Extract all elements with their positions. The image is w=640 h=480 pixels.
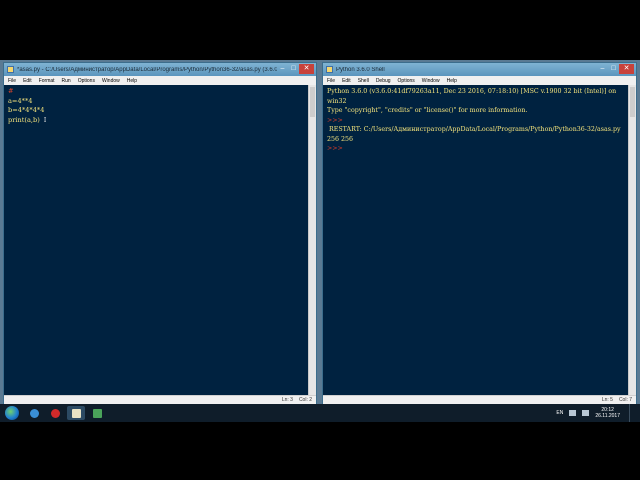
editor-title: *asas.py - C:/Users/Администратор/AppDat…: [17, 66, 277, 73]
menu-file[interactable]: File: [327, 78, 335, 84]
shell-window[interactable]: Python 3.6.0 Shell – □ ✕ File Edit Shell…: [322, 62, 637, 405]
close-icon[interactable]: ✕: [299, 64, 314, 74]
menu-format[interactable]: Format: [39, 78, 55, 84]
python-shell-icon: [326, 66, 333, 73]
shell-title: Python 3.6.0 Shell: [336, 66, 385, 73]
minimize-icon[interactable]: –: [277, 64, 288, 74]
editor-status-col: Col: 2: [298, 397, 312, 403]
desktop: *asas.py - C:/Users/Администратор/AppDat…: [0, 60, 640, 422]
clock[interactable]: 20:12 26.11.2017: [595, 407, 620, 419]
shell-result-line: 256 256: [327, 135, 354, 143]
menu-options[interactable]: Options: [78, 78, 95, 84]
close-icon[interactable]: ✕: [619, 64, 634, 74]
start-button-icon[interactable]: [5, 406, 19, 420]
network-icon[interactable]: [569, 410, 577, 416]
menu-file[interactable]: File: [8, 78, 16, 84]
maximize-icon[interactable]: □: [608, 64, 619, 74]
taskbar: EN 20:12 26.11.2017: [0, 404, 640, 422]
shell-prompt[interactable]: >>>: [327, 144, 624, 154]
menu-edit[interactable]: Edit: [342, 78, 351, 84]
shell-info-line: Type "copyright", "credits" or "license(…: [327, 107, 528, 114]
editor-window[interactable]: *asas.py - C:/Users/Администратор/AppDat…: [3, 62, 317, 405]
editor-scroll-thumb[interactable]: [310, 87, 315, 117]
language-indicator[interactable]: EN: [556, 410, 563, 416]
show-desktop-button[interactable]: [629, 404, 636, 422]
code-line-b: b=4*4*4*4: [8, 106, 45, 114]
menu-help[interactable]: Help: [447, 78, 457, 84]
shell-status-col: Col: 7: [618, 397, 632, 403]
code-line-comment: #: [8, 87, 20, 95]
shell-status-line: Ln: 5: [601, 397, 613, 403]
shell-scroll-thumb[interactable]: [630, 87, 635, 117]
taskbar-idle-icon[interactable]: [67, 406, 85, 420]
text-cursor-icon: I: [43, 115, 47, 124]
shell-statusbar: Ln: 5 Col: 7: [323, 395, 636, 404]
menu-shell[interactable]: Shell: [358, 78, 369, 84]
maximize-icon[interactable]: □: [288, 64, 299, 74]
editor-scrollbar[interactable]: [308, 85, 316, 395]
shell-restart-line: RESTART: C:/Users/Администратор/AppData/…: [327, 126, 621, 133]
python-file-icon: [7, 66, 14, 73]
shell-scrollbar[interactable]: [628, 85, 636, 395]
system-tray: EN 20:12 26.11.2017: [556, 404, 640, 422]
menu-debug[interactable]: Debug: [376, 78, 391, 84]
menu-window[interactable]: Window: [102, 78, 120, 84]
editor-titlebar[interactable]: *asas.py - C:/Users/Администратор/AppDat…: [4, 63, 316, 76]
menu-window[interactable]: Window: [422, 78, 440, 84]
code-editor[interactable]: # a=4**4 b=4*4*4*4 print(a,b) I: [4, 85, 308, 395]
editor-menubar: File Edit Format Run Options Window Help: [4, 76, 316, 85]
shell-menubar: File Edit Shell Debug Options Window Hel…: [323, 76, 636, 85]
shell-titlebar[interactable]: Python 3.6.0 Shell – □ ✕: [323, 63, 636, 76]
editor-status-line: Ln: 3: [281, 397, 293, 403]
menu-edit[interactable]: Edit: [23, 78, 32, 84]
menu-help[interactable]: Help: [127, 78, 137, 84]
shell-prompt: >>>: [327, 116, 345, 124]
editor-statusbar: Ln: 3 Col: 2: [4, 395, 316, 404]
code-line-print-text: print(a,b): [8, 115, 40, 124]
menu-options[interactable]: Options: [398, 78, 415, 84]
taskbar-media-icon[interactable]: [88, 406, 106, 420]
shell-banner-line: Python 3.6.0 (v3.6.0:41df79263a11, Dec 2…: [327, 88, 619, 105]
menu-run[interactable]: Run: [62, 78, 71, 84]
minimize-icon[interactable]: –: [597, 64, 608, 74]
taskbar-ie-icon[interactable]: [25, 406, 43, 420]
clock-date: 26.11.2017: [595, 413, 620, 419]
volume-icon[interactable]: [582, 410, 590, 416]
shell-output[interactable]: Python 3.6.0 (v3.6.0:41df79263a11, Dec 2…: [323, 85, 628, 395]
taskbar-opera-icon[interactable]: [46, 406, 64, 420]
code-line-print: print(a,b) I: [8, 116, 304, 126]
code-line-a: a=4**4: [8, 96, 33, 105]
